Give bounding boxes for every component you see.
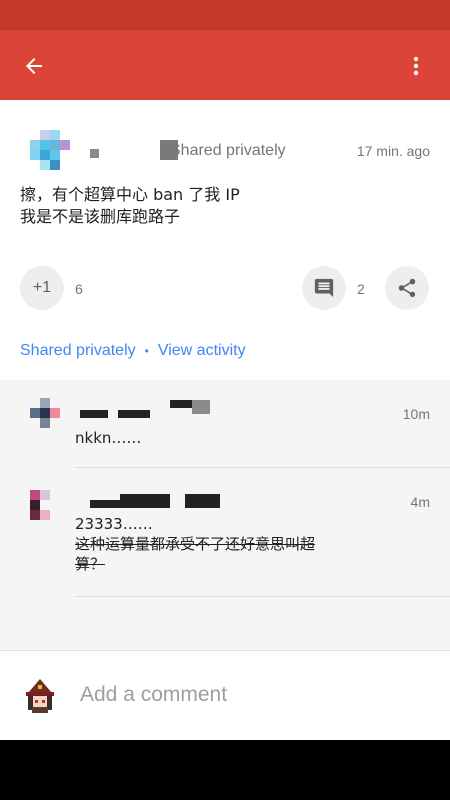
comment-author-redacted	[80, 410, 108, 418]
post-visibility: Shared privately	[170, 142, 286, 159]
comment-divider	[75, 596, 450, 597]
comment-text-line: 这种运算量都承受不了还好意思叫超	[75, 535, 316, 553]
comment-text-line: 算？	[75, 555, 106, 573]
share-button[interactable]	[385, 266, 429, 310]
post-body-line: 擦，有个超算中心 ban 了我 IP	[20, 185, 240, 204]
avatar-image	[26, 679, 54, 713]
comments-section: 10m nkkn…… 4m 23333…… 这种运算量都承受不了还好意思叫超 算…	[0, 380, 450, 650]
navigation-bar	[0, 740, 450, 800]
author-name-redacted	[90, 149, 99, 158]
comment-count: 2	[357, 281, 365, 297]
plus-one-count: 6	[75, 281, 83, 297]
comment-author-redacted	[170, 400, 192, 408]
link-separator: •	[144, 344, 149, 358]
back-button[interactable]	[14, 46, 54, 86]
post-links: Shared privately • View activity	[20, 342, 246, 360]
plus-one-button[interactable]: +1	[20, 266, 64, 310]
comment-item: 4m 23333…… 这种运算量都承受不了还好意思叫超 算？	[0, 468, 450, 598]
app-bar	[0, 30, 450, 100]
add-comment-input[interactable]: Add a comment	[80, 683, 227, 707]
more-vert-icon	[413, 56, 419, 76]
arrow-back-icon	[26, 58, 42, 74]
comment-time: 10m	[402, 406, 430, 422]
comment-composer: Add a comment	[0, 650, 450, 740]
comment-button[interactable]	[302, 266, 346, 310]
post-author-avatar[interactable]	[30, 130, 70, 170]
comment-text-line: 23333……	[75, 515, 153, 533]
post-time: 17 min. ago	[356, 143, 430, 159]
comment-author-redacted	[192, 400, 210, 414]
comment-author-redacted	[185, 494, 220, 508]
overflow-menu-button[interactable]	[396, 46, 436, 86]
comment-time: 4m	[410, 494, 430, 510]
comment-text: nkkn……	[75, 429, 142, 447]
comment-author-avatar[interactable]	[30, 490, 60, 520]
comment-icon	[314, 278, 334, 298]
status-bar	[0, 0, 450, 30]
comment-text: 23333…… 这种运算量都承受不了还好意思叫超 算？	[75, 514, 315, 574]
my-avatar	[24, 679, 56, 713]
post-body: 擦，有个超算中心 ban 了我 IP 我是不是该删库跑路子	[20, 184, 430, 228]
post-body-line: 我是不是该删库跑路子	[20, 207, 181, 226]
comment-author-redacted	[90, 500, 120, 508]
comment-author-avatar[interactable]	[30, 398, 60, 428]
comment-author-redacted	[120, 494, 170, 508]
comment-item: 10m nkkn……	[0, 380, 450, 468]
view-activity-link[interactable]: View activity	[158, 342, 246, 360]
shared-privately-link[interactable]: Shared privately	[20, 342, 136, 360]
share-icon	[398, 278, 416, 298]
comment-author-redacted	[118, 410, 150, 418]
